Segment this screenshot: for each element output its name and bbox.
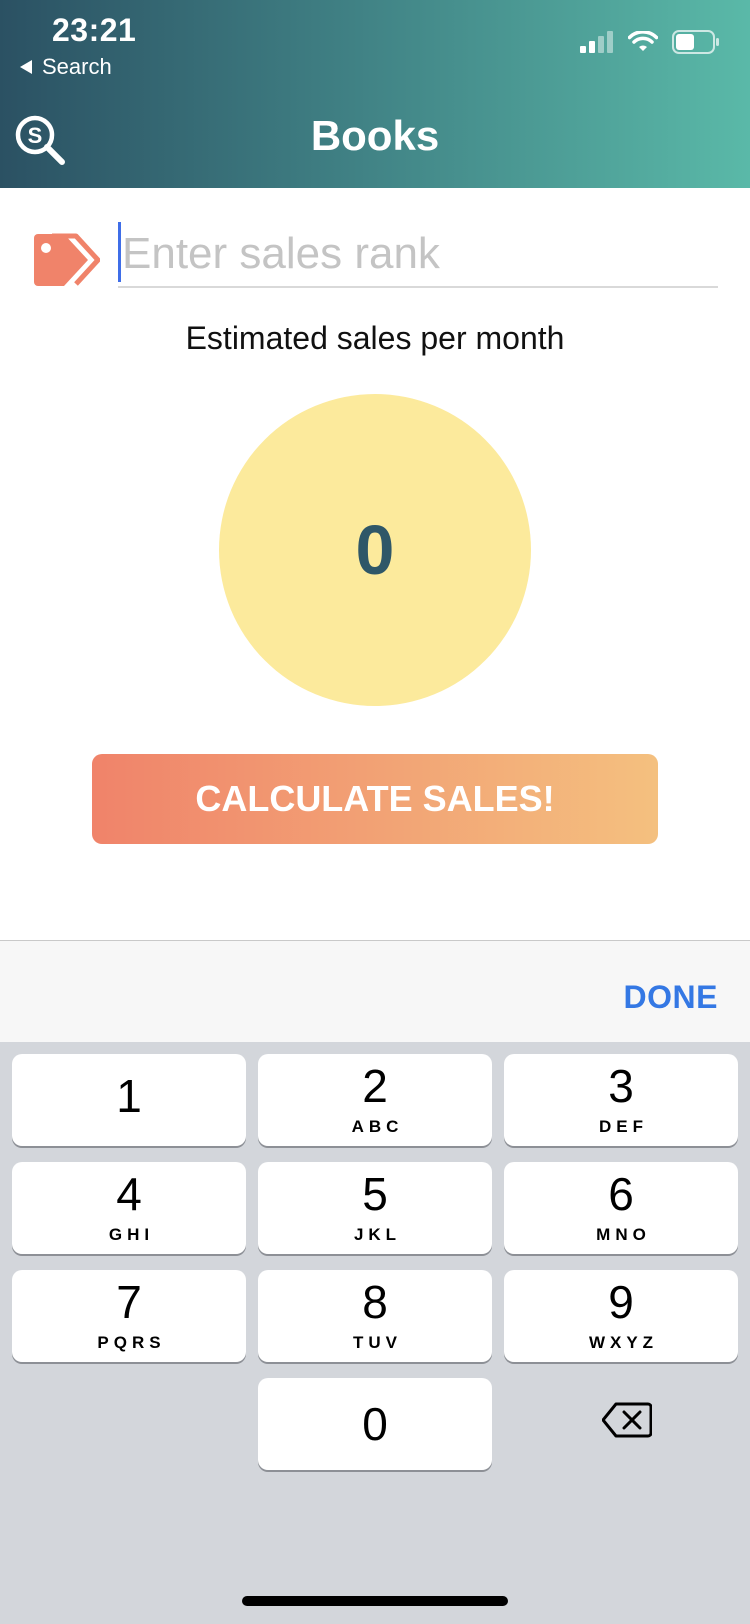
key-digit: 9 — [608, 1276, 634, 1328]
key-digit: 3 — [608, 1060, 634, 1112]
calculate-sales-button[interactable]: CALCULATE SALES! — [92, 754, 658, 844]
key-letters: GHI — [108, 1225, 155, 1244]
key-letters: DEF — [599, 1117, 648, 1136]
keyboard-toolbar: DONE — [0, 940, 750, 1043]
key-digit: 7 — [116, 1276, 142, 1328]
key-3[interactable]: 3 DEF — [504, 1054, 738, 1146]
backspace-icon[interactable] — [602, 1402, 652, 1438]
sales-rank-input[interactable] — [118, 222, 718, 288]
key-6[interactable]: 6 MNO — [504, 1162, 738, 1254]
sales-rank-row — [30, 222, 720, 292]
key-2[interactable]: 2 ABC — [258, 1054, 492, 1146]
key-digit: 2 — [362, 1060, 388, 1112]
home-indicator — [242, 1596, 508, 1606]
app-header: 23:21 Search S Books — [0, 0, 750, 188]
numeric-keypad: 1 2 ABC 3 DEF 4 GHI 5 JKL 6 MNO 7 PQRS 8… — [0, 1042, 750, 1624]
key-8[interactable]: 8 TUV — [258, 1270, 492, 1362]
key-0[interactable]: 0 — [258, 1378, 492, 1470]
key-1[interactable]: 1 — [12, 1054, 246, 1146]
estimated-sales-label: Estimated sales per month — [185, 320, 565, 356]
sales-result-value: 0 — [355, 511, 395, 589]
text-cursor — [118, 222, 121, 282]
key-digit: 5 — [362, 1168, 388, 1220]
status-icons — [580, 30, 720, 54]
key-letters: ABC — [351, 1117, 404, 1136]
key-digit: 1 — [116, 1070, 142, 1122]
key-letters: PQRS — [97, 1333, 166, 1352]
key-letters: TUV — [353, 1333, 402, 1352]
status-time: 23:21 — [52, 12, 137, 48]
key-letters: MNO — [596, 1225, 651, 1244]
key-digit: 4 — [116, 1168, 142, 1220]
key-digit: 8 — [362, 1276, 388, 1328]
key-letters: WXYZ — [588, 1333, 659, 1352]
key-5[interactable]: 5 JKL — [258, 1162, 492, 1254]
done-button[interactable]: DONE — [624, 979, 718, 1016]
key-9[interactable]: 9 WXYZ — [504, 1270, 738, 1362]
key-digit: 6 — [608, 1168, 634, 1220]
wifi-icon — [628, 31, 658, 51]
back-arrow-icon — [20, 60, 32, 74]
cellular-signal-icon — [580, 31, 613, 53]
page-title: Books — [310, 112, 440, 159]
battery-icon — [672, 30, 719, 54]
key-4[interactable]: 4 GHI — [12, 1162, 246, 1254]
back-to-search-link[interactable]: Search — [20, 54, 112, 80]
key-letters: JKL — [353, 1225, 402, 1244]
key-7[interactable]: 7 PQRS — [12, 1270, 246, 1362]
sales-result-circle: 0 — [219, 394, 531, 706]
key-digit: 0 — [362, 1398, 388, 1450]
price-tag-icon — [34, 233, 100, 286]
back-label: Search — [42, 54, 112, 79]
